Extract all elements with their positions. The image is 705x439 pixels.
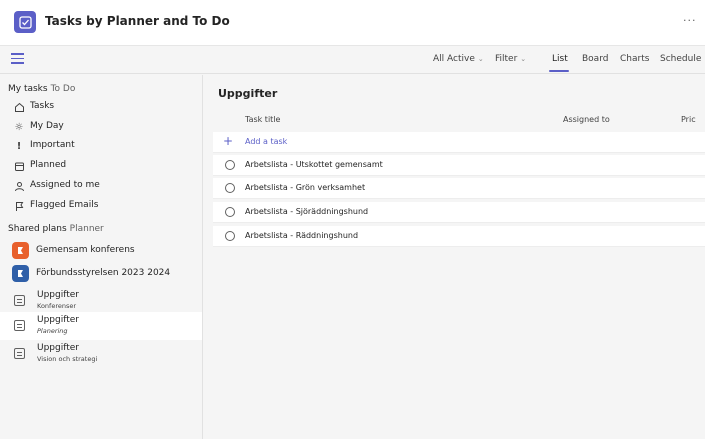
sidebar-item-label: Assigned to me xyxy=(30,180,100,190)
chevron-down-icon: ⌄ xyxy=(477,55,484,63)
sidebar-item-label: Tasks xyxy=(30,101,55,111)
exclamation-icon: ! xyxy=(16,140,22,152)
task-title: Arbetslista - Grön verksamhet xyxy=(245,183,366,192)
sidebar-bucket-vision-och-strategi[interactable]: Uppgifter Vision och strategi xyxy=(0,340,202,368)
tab-list[interactable]: List xyxy=(552,54,568,64)
add-task-label: Add a task xyxy=(245,137,288,146)
main-content: Uppgifter Task title Assigned to Pric + … xyxy=(204,75,705,439)
bucket-icon xyxy=(14,320,25,331)
bucket-icon xyxy=(14,348,25,359)
task-title: Arbetslista - Sjöräddningshund xyxy=(245,207,369,216)
sidebar-plan-gemensam-konferens[interactable]: Gemensam konferens xyxy=(0,240,202,262)
filter-dropdown[interactable]: Filter ⌄ xyxy=(495,54,526,64)
column-header-priority[interactable]: Pric xyxy=(681,115,696,124)
shared-plans-header: Shared plans Planner xyxy=(8,224,104,234)
sun-icon: ☼ xyxy=(14,121,24,133)
complete-checkbox[interactable] xyxy=(225,160,235,170)
bucket-subtitle: Planering xyxy=(37,327,68,335)
grid-header: Task title Assigned to Pric xyxy=(213,110,705,130)
sidebar-item-label: My Day xyxy=(30,121,64,131)
app-logo-icon xyxy=(14,11,36,33)
all-active-dropdown[interactable]: All Active ⌄ xyxy=(433,54,484,64)
bucket-title: Uppgifter xyxy=(37,315,80,325)
sidebar-item-label: Important xyxy=(30,140,75,150)
sidebar-item-label: Planned xyxy=(30,160,67,170)
bucket-subtitle: Vision och strategi xyxy=(37,355,98,363)
app-title: Tasks by Planner and To Do xyxy=(45,14,230,28)
tab-board[interactable]: Board xyxy=(582,54,608,64)
sidebar-item-label: Flagged Emails xyxy=(30,200,99,210)
bucket-icon xyxy=(14,295,25,306)
sidebar-item-label: Gemensam konferens xyxy=(36,245,135,255)
page-title: Uppgifter xyxy=(218,87,278,100)
sidebar-item-label: Förbundsstyrelsen 2023 2024 xyxy=(36,268,171,278)
bucket-subtitle: Konferenser xyxy=(37,302,77,310)
my-tasks-header: My tasks To Do xyxy=(8,84,75,94)
column-header-assigned-to[interactable]: Assigned to xyxy=(563,115,610,124)
home-icon xyxy=(13,101,25,113)
shared-plans-sub: Planner xyxy=(69,224,104,234)
plan-logo-icon xyxy=(12,265,29,282)
more-options-icon[interactable]: ··· xyxy=(683,14,697,27)
sidebar-bucket-konferenser[interactable]: Uppgifter Konferenser xyxy=(0,287,202,315)
bucket-title: Uppgifter xyxy=(37,343,80,353)
filter-label: Filter xyxy=(495,54,518,64)
my-tasks-sub: To Do xyxy=(50,84,76,94)
sidebar: My tasks To Do Tasks ☼ My Day ! Important… xyxy=(0,75,203,439)
sidebar-bucket-planering[interactable]: Uppgifter Planering xyxy=(0,312,202,340)
plus-icon: + xyxy=(223,134,234,148)
all-active-label: All Active xyxy=(433,54,475,64)
tab-schedule[interactable]: Schedule xyxy=(660,54,701,64)
task-title: Arbetslista - Räddningshund xyxy=(245,231,359,240)
person-icon xyxy=(13,180,25,192)
sidebar-item-important[interactable]: ! Important xyxy=(0,137,202,156)
hamburger-menu-icon[interactable] xyxy=(11,53,24,65)
sidebar-plan-forbundsstyrelsen[interactable]: Förbundsstyrelsen 2023 2024 xyxy=(0,263,202,285)
complete-checkbox[interactable] xyxy=(225,231,235,241)
sidebar-item-planned[interactable]: Planned xyxy=(0,157,202,176)
table-row[interactable]: Arbetslista - Grön verksamhet xyxy=(213,178,705,199)
complete-checkbox[interactable] xyxy=(225,183,235,193)
active-tab-indicator xyxy=(549,70,569,72)
complete-checkbox[interactable] xyxy=(225,207,235,217)
task-title: Arbetslista - Utskottet gemensamt xyxy=(245,160,383,169)
app-header: Tasks by Planner and To Do ··· xyxy=(0,0,705,46)
tab-charts[interactable]: Charts xyxy=(620,54,649,64)
chevron-down-icon: ⌄ xyxy=(520,55,527,63)
bucket-title: Uppgifter xyxy=(37,290,80,300)
sidebar-item-tasks[interactable]: Tasks xyxy=(0,98,202,117)
table-row[interactable]: Arbetslista - Utskottet gemensamt xyxy=(213,155,705,176)
table-row[interactable]: Arbetslista - Räddningshund xyxy=(213,226,705,247)
calendar-icon xyxy=(13,160,25,172)
my-tasks-label: My tasks xyxy=(8,84,48,94)
plan-logo-icon xyxy=(12,242,29,259)
sidebar-item-flagged-emails[interactable]: Flagged Emails xyxy=(0,197,202,216)
toolbar: All Active ⌄ Filter ⌄ List Board Charts Sc… xyxy=(0,46,705,74)
add-task-row[interactable]: + Add a task xyxy=(213,132,705,153)
column-header-task-title[interactable]: Task title xyxy=(245,115,280,124)
shared-plans-label: Shared plans xyxy=(8,224,67,234)
flag-icon xyxy=(13,200,25,212)
sidebar-item-my-day[interactable]: ☼ My Day xyxy=(0,118,202,137)
sidebar-item-assigned-to-me[interactable]: Assigned to me xyxy=(0,177,202,196)
table-row[interactable]: Arbetslista - Sjöräddningshund xyxy=(213,202,705,223)
